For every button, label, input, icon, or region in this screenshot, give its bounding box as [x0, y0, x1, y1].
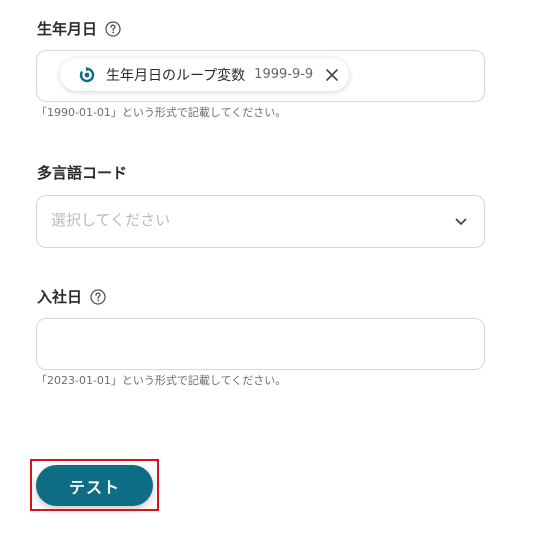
- chip-label: 生年月日のループ変数: [106, 67, 246, 84]
- birthdate-label: 生年月日: [37, 19, 121, 39]
- help-icon[interactable]: [90, 289, 106, 305]
- join-date-input[interactable]: [36, 318, 485, 370]
- chevron-down-icon: [455, 218, 467, 225]
- language-code-select[interactable]: 選択してください: [36, 195, 485, 248]
- language-code-label-text: 多言語コード: [37, 164, 128, 182]
- birthdate-label-text: 生年月日: [37, 20, 98, 38]
- loop-icon: [79, 66, 95, 82]
- join-date-hint: 「2023-01-01」という形式で記載してください。: [36, 374, 287, 387]
- select-placeholder: 選択してください: [51, 211, 171, 229]
- help-icon[interactable]: [105, 21, 121, 37]
- join-date-label: 入社日: [37, 287, 106, 307]
- close-icon[interactable]: [325, 68, 339, 82]
- birthdate-input[interactable]: 生年月日のループ変数 1999-9-9: [36, 50, 485, 102]
- join-date-label-text: 入社日: [37, 288, 83, 306]
- chip-value: 1999-9-9: [254, 67, 314, 82]
- test-button[interactable]: テスト: [36, 465, 153, 506]
- variable-chip[interactable]: 生年月日のループ変数 1999-9-9: [60, 58, 350, 91]
- birthdate-hint: 「1990-01-01」という形式で記載してください。: [36, 106, 287, 119]
- language-code-label: 多言語コード: [37, 163, 127, 183]
